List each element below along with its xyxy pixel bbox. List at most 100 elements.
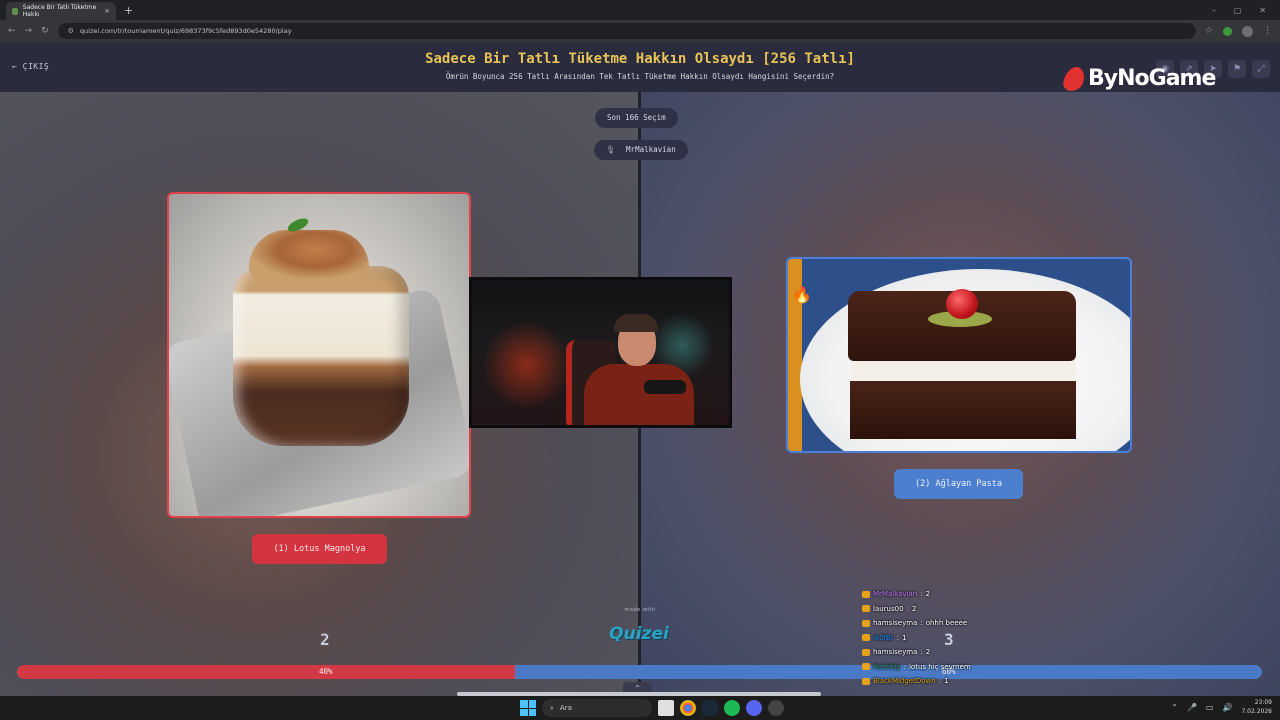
forward-icon[interactable]: → xyxy=(25,26,33,36)
volume-icon[interactable]: 🔊 xyxy=(1222,703,1232,712)
chat-text: ohhh beeee xyxy=(925,619,968,628)
dessert-jar-image xyxy=(233,266,409,446)
new-tab-button[interactable]: + xyxy=(124,4,133,17)
streamer-badge: 🎙 MrMalkavian xyxy=(594,140,688,160)
chat-username[interactable]: Fentildy xyxy=(873,663,901,671)
option-left-card[interactable] xyxy=(167,192,471,518)
flame-icon: 🔥 xyxy=(792,285,812,304)
toolbar-right: ☆ ⋮ xyxy=(1205,25,1272,37)
mic-tray-icon[interactable]: 🎤 xyxy=(1187,703,1197,712)
reload-icon[interactable]: ↻ xyxy=(41,26,49,36)
left-percent: 40% xyxy=(319,667,333,676)
chat-message: Ik0fBr:1 xyxy=(862,631,1022,646)
chat-username[interactable]: laurus00 xyxy=(873,605,904,613)
bookmark-star-icon[interactable]: ☆ xyxy=(1205,26,1213,36)
obs-icon[interactable] xyxy=(768,700,784,716)
search-icon: ⌕ xyxy=(550,703,554,712)
minimize-icon[interactable]: – xyxy=(1212,6,1216,15)
chat-badge-icon xyxy=(862,590,870,598)
chat-badge-icon xyxy=(862,619,870,627)
discord-icon[interactable] xyxy=(746,700,762,716)
option-right-card[interactable]: 🔥 xyxy=(786,257,1132,453)
option-right-button[interactable]: (2) Ağlayan Pasta xyxy=(894,469,1023,499)
tray-expand-icon[interactable]: ⌃ xyxy=(1171,703,1178,712)
quiz-title: Sadece Bir Tatlı Tüketme Hakkın Olsaydı … xyxy=(425,51,855,67)
chat-separator: : xyxy=(938,677,942,686)
steam-icon[interactable] xyxy=(702,700,718,716)
browser-chrome: Sadece Bir Tatlı Tüketme Hakkı × + – ▢ ✕… xyxy=(0,0,1280,42)
address-bar[interactable]: ⚙ quizei.com/tr/tournament/quiz/698373f9… xyxy=(57,23,1196,39)
chat-separator: : xyxy=(906,604,909,613)
webcam-red-light xyxy=(482,320,572,410)
search-placeholder: Ara xyxy=(559,704,572,712)
quiz-page: ← ÇIKIŞ Sadece Bir Tatlı Tüketme Hakkın … xyxy=(0,42,1280,696)
menu-icon[interactable]: ⋮ xyxy=(1263,26,1272,36)
file-explorer-icon[interactable] xyxy=(658,700,674,716)
chat-overlay: MrMalkavian:2 laurus00:2 hamsiseyma: ohhh b… xyxy=(862,587,1022,689)
chat-badge-icon xyxy=(862,648,870,656)
bynogame-mark-icon xyxy=(1061,66,1087,91)
streamer-name: MrMalkavian xyxy=(626,145,676,154)
quizei-logo[interactable]: Quizei xyxy=(604,624,674,644)
chat-message: Fentildy: lotus hiç sevmem xyxy=(862,660,1022,675)
chat-username[interactable]: hamsiseyma xyxy=(873,648,917,656)
expand-icon[interactable]: ⤢ xyxy=(1252,60,1270,78)
option-left-button[interactable]: (1) Lotus Magnolya xyxy=(252,534,387,564)
chat-badge-icon xyxy=(862,663,870,671)
chat-username[interactable]: Ik0fBr xyxy=(873,634,894,642)
nav-bar: ← → ↻ ⚙ quizei.com/tr/tournament/quiz/69… xyxy=(0,20,1280,42)
chrome-icon[interactable] xyxy=(680,700,696,716)
streamer-cap xyxy=(614,314,658,332)
site-info-icon[interactable]: ⚙ xyxy=(68,27,74,35)
chat-separator: : xyxy=(903,662,906,671)
clock-date: 7.02.2026 xyxy=(1241,708,1272,715)
chat-message: MrMalkavian:2 xyxy=(862,587,1022,602)
flag-icon[interactable]: ⚑ xyxy=(1228,60,1246,78)
window-controls: – ▢ ✕ xyxy=(1212,6,1280,15)
system-tray: ⌃ 🎤 ▭ 🔊 23:09 7.02.2026 xyxy=(1171,698,1272,716)
chat-message: hamsiseyma:2 xyxy=(862,645,1022,660)
left-score: 2 xyxy=(320,630,330,649)
tab-close-icon[interactable]: × xyxy=(104,7,110,15)
clock-time: 23:09 xyxy=(1254,699,1272,706)
chat-message: BlackMidgetDown:1 xyxy=(862,674,1022,689)
profile-avatar[interactable] xyxy=(1242,25,1253,37)
tab-active[interactable]: Sadece Bir Tatlı Tüketme Hakkı × xyxy=(6,2,116,20)
taskbar-search[interactable]: ⌕ Ara xyxy=(542,699,652,717)
chat-badge-icon xyxy=(862,634,870,642)
chat-text: 2 xyxy=(925,648,931,657)
streamer-microphone xyxy=(644,380,686,394)
chat-text: 2 xyxy=(925,590,931,599)
windows-start-icon[interactable] xyxy=(520,700,536,716)
extension-icon[interactable] xyxy=(1223,26,1232,36)
chat-separator: : xyxy=(920,648,923,657)
chat-username[interactable]: BlackMidgetDown xyxy=(873,677,936,685)
chat-separator: : xyxy=(896,633,900,642)
chat-username[interactable]: MrMalkavian xyxy=(873,590,917,598)
maximize-icon[interactable]: ▢ xyxy=(1234,6,1242,15)
system-clock[interactable]: 23:09 7.02.2026 xyxy=(1241,698,1272,716)
tab-title: Sadece Bir Tatlı Tüketme Hakkı xyxy=(22,4,97,18)
vote-progress-bar: 40% 60% xyxy=(17,665,1262,679)
tab-bar: Sadece Bir Tatlı Tüketme Hakkı × + – ▢ ✕ xyxy=(0,0,1280,20)
bynogame-logo: ByNoGame xyxy=(1061,66,1216,91)
favicon-icon xyxy=(12,7,18,15)
biscuit-topping-image xyxy=(249,230,369,280)
chat-text: 1 xyxy=(944,677,949,686)
network-icon[interactable]: ▭ xyxy=(1206,703,1214,712)
taskbar-center: ⌕ Ara xyxy=(520,699,784,717)
back-icon[interactable]: ← xyxy=(8,26,16,36)
logo-text: ByNoGame xyxy=(1088,66,1216,91)
chat-message: hamsiseyma: ohhh beeee xyxy=(862,616,1022,631)
close-window-icon[interactable]: ✕ xyxy=(1259,6,1266,15)
chat-username[interactable]: hamsiseyma xyxy=(873,619,917,627)
cake-cream-layer xyxy=(850,359,1076,381)
webcam-overlay xyxy=(469,277,732,428)
spotify-icon[interactable] xyxy=(724,700,740,716)
microphone-icon: 🎙 xyxy=(606,145,616,154)
chat-separator: : xyxy=(920,619,923,628)
made-with-label: made with xyxy=(624,607,656,613)
cake-base-image xyxy=(850,379,1076,439)
chat-badge-icon xyxy=(862,677,870,685)
chat-separator: : xyxy=(920,590,923,599)
